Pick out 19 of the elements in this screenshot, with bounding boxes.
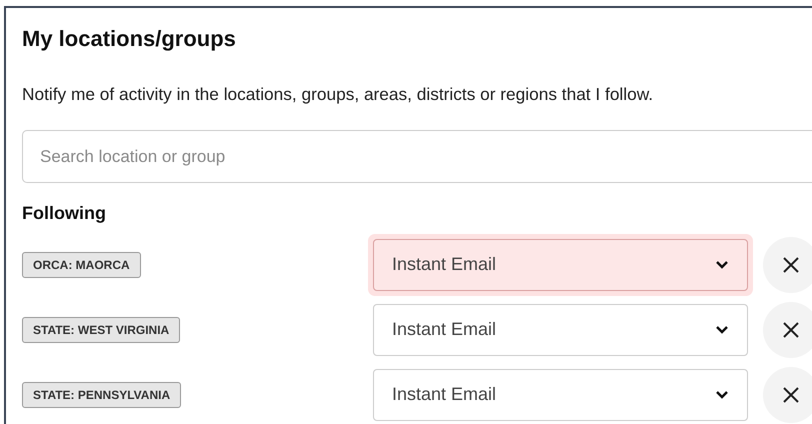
location-tag: STATE: PENNSYLVANIA	[22, 382, 182, 408]
close-button[interactable]	[763, 302, 812, 358]
frequency-select[interactable]: Instant Email	[373, 238, 748, 290]
following-heading: Following	[22, 203, 107, 224]
location-tag: ORCA: MAORCA	[22, 252, 141, 278]
chevron-icon	[715, 260, 729, 269]
description-text: Notify me of activity in the locations, groups, areas, districts or regions that I follow.	[22, 84, 654, 105]
frequency-select[interactable]: Instant Email	[373, 368, 748, 420]
chevron-icon	[715, 390, 729, 399]
close-button[interactable]	[763, 236, 812, 292]
search-field[interactable]: Search location or group	[22, 130, 812, 183]
close-icon	[781, 254, 801, 274]
close-button[interactable]	[763, 366, 812, 422]
frequency-select[interactable]: Instant Email	[373, 304, 748, 356]
chevron-icon	[715, 325, 729, 334]
close-icon	[781, 384, 801, 404]
location-tag: STATE: WEST VIRGINIA	[22, 316, 180, 342]
close-icon	[781, 320, 801, 340]
section-title: My locations/groups	[22, 26, 237, 52]
